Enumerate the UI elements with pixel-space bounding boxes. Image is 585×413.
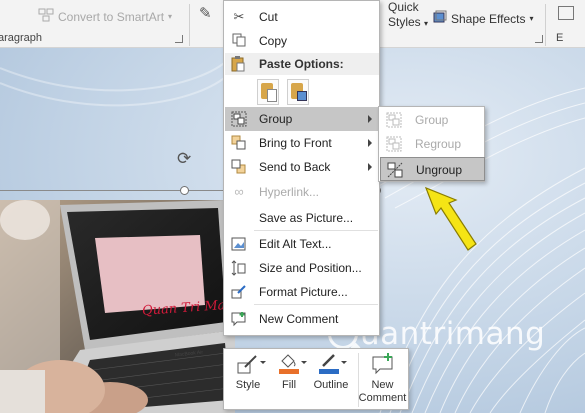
regroup-icon	[386, 136, 402, 152]
comment-icon	[231, 311, 247, 327]
outline-button[interactable]: Outline	[311, 353, 351, 407]
paste-options-label: Paste Options:	[259, 57, 344, 71]
menu-item-cut-label: Cut	[259, 10, 278, 24]
menu-item-cut[interactable]: ✂ Cut	[225, 5, 379, 29]
hyperlink-icon: ∞	[234, 184, 244, 199]
selection-outline	[0, 190, 228, 191]
menu-item-format-picture[interactable]: Format Picture...	[225, 280, 379, 304]
menu-item-save-as-picture[interactable]: Save as Picture...	[225, 206, 379, 230]
submenu-item-regroup-label: Regroup	[415, 137, 462, 151]
paste-options-header: Paste Options:	[225, 53, 379, 75]
submenu-item-ungroup-label: Ungroup	[416, 163, 463, 177]
convert-to-smartart-label: Convert to SmartArt	[58, 9, 165, 24]
format-picture-icon	[231, 284, 247, 300]
menu-separator	[254, 304, 378, 305]
menu-item-copy-label: Copy	[259, 34, 288, 48]
fill-bucket-icon	[277, 353, 307, 375]
scissors-icon: ✂	[233, 9, 245, 24]
outline-pen-icon	[317, 353, 347, 375]
laptop-photo[interactable]: Quan Tri Ma MacBook Air	[0, 200, 235, 413]
ribbon-divider	[545, 4, 546, 46]
style-label: Style	[235, 379, 261, 391]
drawing-dialog-launcher-icon[interactable]	[535, 35, 543, 43]
new-comment-button[interactable]: New Comment	[358, 353, 406, 407]
shape-effects-label: Shape Effects	[451, 11, 526, 26]
rotate-handle-icon[interactable]: ⟳	[177, 149, 191, 169]
quick-styles-label-2: Styles	[388, 15, 421, 29]
send-to-back-icon	[231, 159, 247, 175]
style-brush-icon	[236, 353, 266, 375]
menu-item-group[interactable]: Group	[225, 107, 379, 131]
group-icon	[386, 112, 402, 128]
submenu-item-group[interactable]: Group	[380, 108, 485, 132]
menu-item-send-to-back[interactable]: Send to Back	[225, 155, 379, 179]
new-comment-icon	[371, 353, 395, 375]
watermark-text: uantrimang	[360, 316, 546, 352]
submenu-arrow-icon	[368, 115, 372, 123]
menu-separator	[254, 230, 378, 231]
menu-item-format-picture-label: Format Picture...	[259, 285, 348, 299]
editing-group-label: E	[556, 32, 564, 44]
group-icon	[231, 111, 247, 127]
menu-item-new-comment-label: New Comment	[259, 312, 339, 326]
convert-to-smartart-button[interactable]: Convert to SmartArt ▾	[38, 8, 172, 25]
fill-button[interactable]: Fill	[274, 353, 307, 407]
shape-effects-icon	[433, 10, 447, 27]
select-icon[interactable]	[558, 6, 574, 20]
pen-icon[interactable]: ✎	[199, 4, 212, 22]
menu-item-hyperlink[interactable]: ∞ Hyperlink...	[225, 180, 379, 204]
shape-effects-button[interactable]: Shape Effects ▾	[433, 10, 534, 27]
menu-item-edit-alt-text-label: Edit Alt Text...	[259, 237, 332, 251]
menu-item-send-to-back-label: Send to Back	[259, 160, 331, 174]
submenu-arrow-icon	[368, 163, 372, 171]
menu-item-bring-to-front[interactable]: Bring to Front	[225, 131, 379, 155]
smartart-icon	[38, 8, 54, 25]
paste-keep-source-icon[interactable]	[257, 79, 279, 105]
menu-item-new-comment[interactable]: New Comment	[225, 307, 379, 331]
menu-item-bring-to-front-label: Bring to Front	[259, 136, 332, 150]
submenu-item-group-label: Group	[415, 113, 449, 127]
quick-styles-label-1: Quick	[388, 0, 419, 14]
menu-item-group-label: Group	[259, 112, 293, 126]
menu-item-size-and-position-label: Size and Position...	[259, 261, 362, 275]
group-submenu: Group Regroup Ungroup	[378, 106, 485, 182]
quick-styles-button[interactable]: Quick Styles ▾	[388, 0, 428, 31]
outline-label: Outline	[313, 379, 349, 391]
ungroup-icon	[387, 162, 403, 178]
size-position-icon	[231, 260, 247, 276]
paste-icon	[231, 56, 245, 75]
alt-text-icon	[231, 236, 247, 252]
copy-icon	[231, 33, 247, 49]
submenu-arrow-icon	[368, 139, 372, 147]
menu-item-edit-alt-text[interactable]: Edit Alt Text...	[225, 232, 379, 256]
mini-toolbar: Style Fill Outline New Comment	[223, 348, 409, 410]
fill-label: Fill	[281, 379, 297, 391]
bring-to-front-icon	[231, 135, 247, 151]
context-menu: ✂ Cut Copy Paste Options: Group Bring to…	[223, 0, 380, 336]
new-comment-label-2: Comment	[358, 392, 407, 404]
menu-item-copy[interactable]: Copy	[225, 29, 379, 53]
resize-handle[interactable]	[180, 186, 189, 195]
submenu-item-ungroup[interactable]: Ungroup	[380, 157, 485, 181]
paragraph-dialog-launcher-icon[interactable]	[175, 35, 183, 43]
submenu-item-regroup[interactable]: Regroup	[380, 132, 485, 156]
new-comment-label-1: New	[371, 379, 394, 391]
ribbon-divider	[189, 4, 190, 46]
style-button[interactable]: Style	[233, 353, 266, 407]
menu-item-hyperlink-label: Hyperlink...	[259, 185, 320, 199]
paste-as-picture-icon[interactable]	[287, 79, 309, 105]
menu-item-size-and-position[interactable]: Size and Position...	[225, 256, 379, 280]
menu-item-save-as-picture-label: Save as Picture...	[259, 211, 354, 225]
paragraph-group-label: aragraph	[0, 32, 43, 44]
